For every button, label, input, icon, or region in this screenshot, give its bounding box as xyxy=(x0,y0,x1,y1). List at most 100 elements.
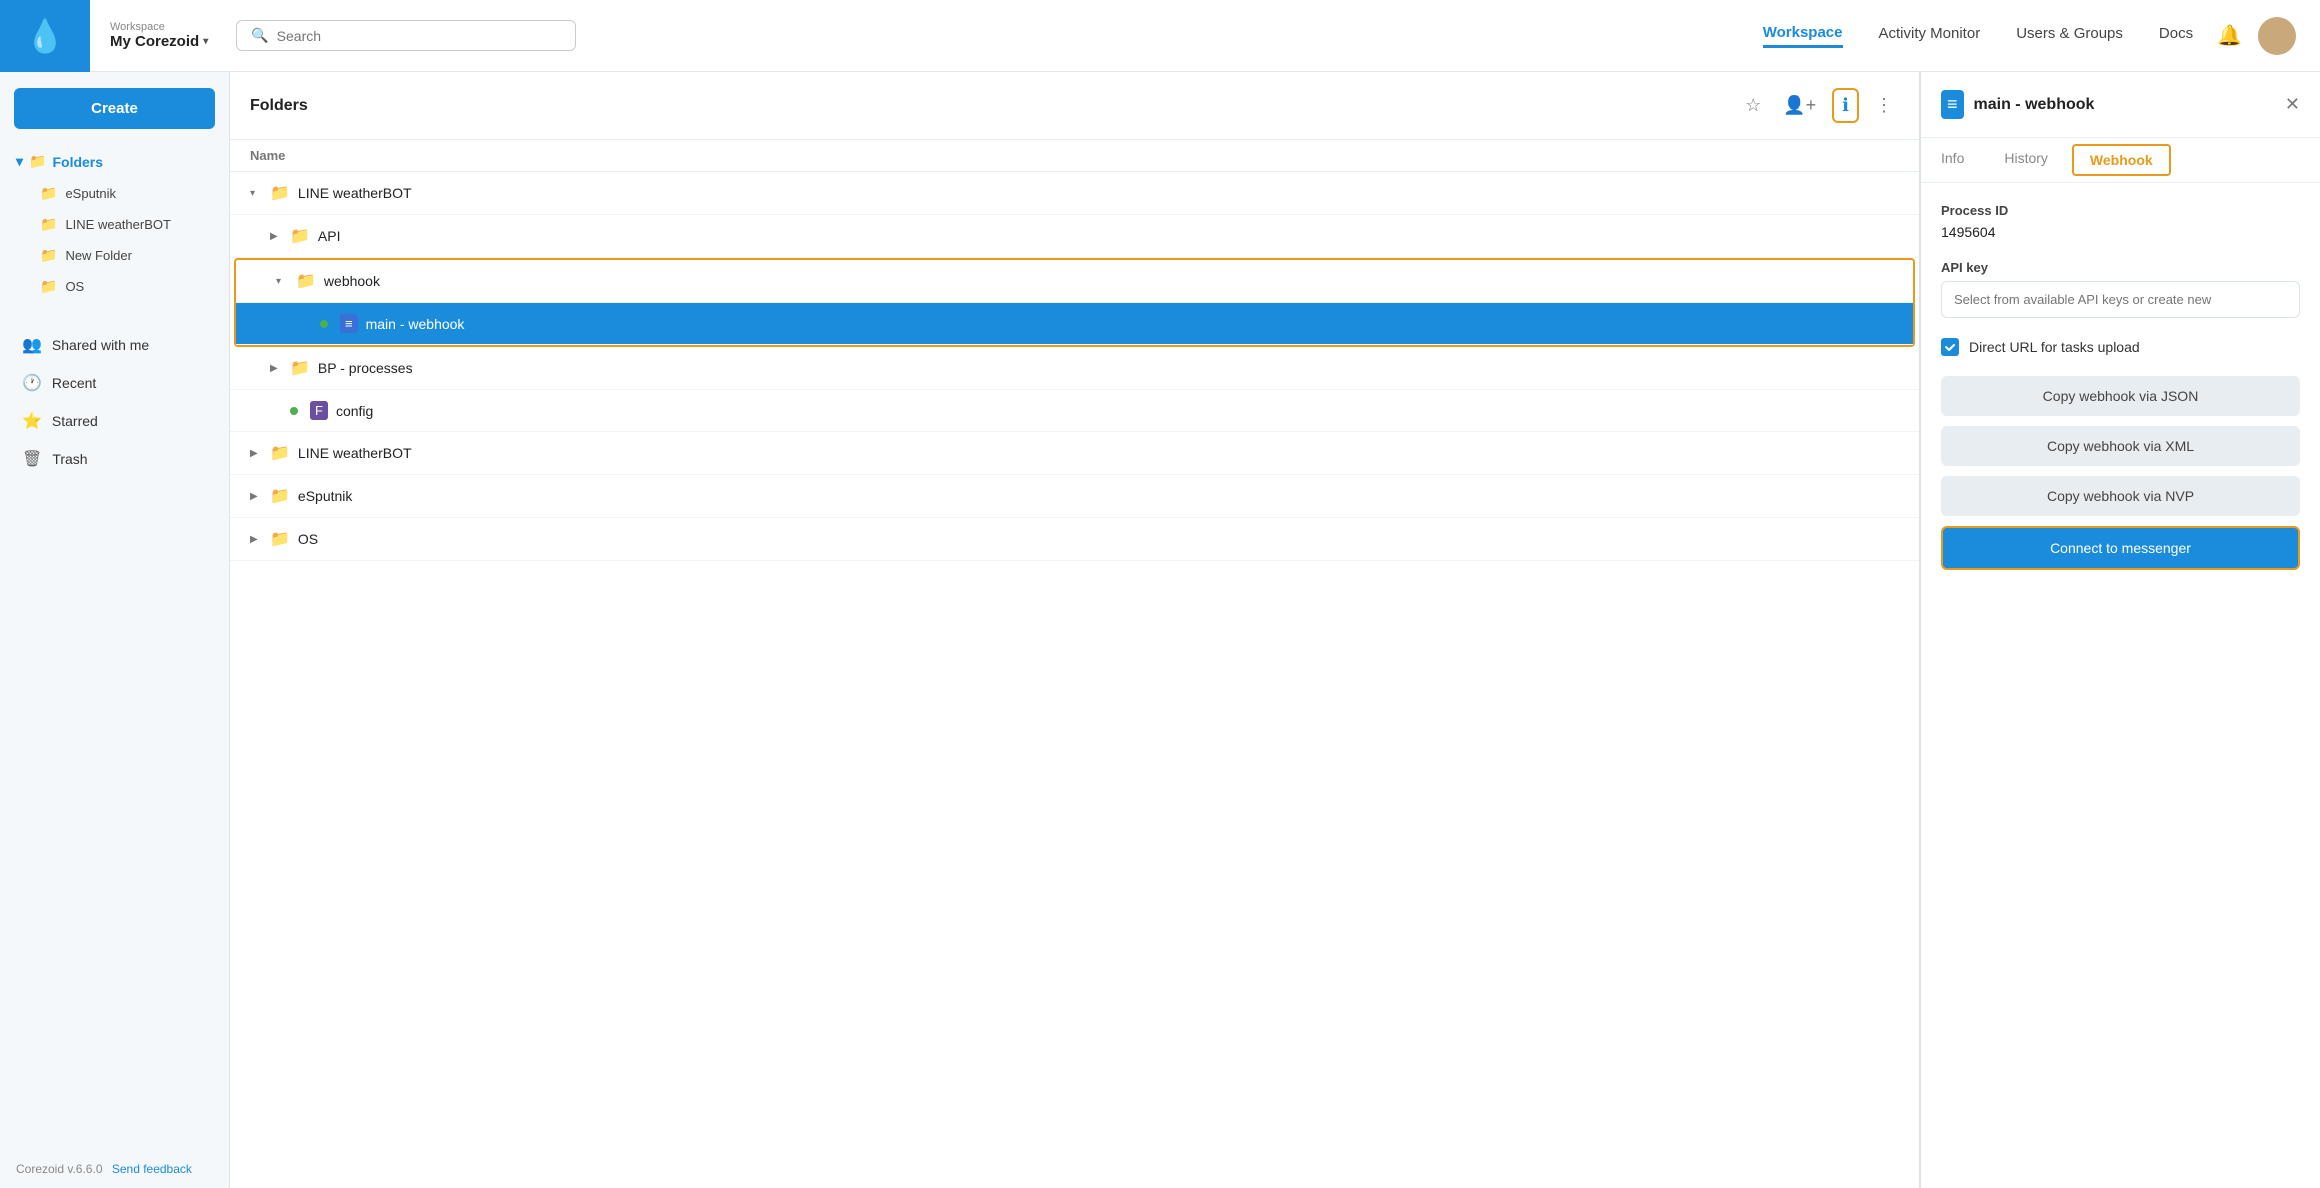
more-action-button[interactable]: ⋮ xyxy=(1869,89,1899,122)
direct-url-label: Direct URL for tasks upload xyxy=(1969,339,2140,355)
trash-icon: 🗑 xyxy=(22,449,42,469)
chevron-down-icon: ▾ xyxy=(203,36,208,47)
sidebar-item-label: Starred xyxy=(52,413,98,429)
expand-icon: ▾ xyxy=(250,188,260,199)
detail-tabs: Info History Webhook xyxy=(1921,138,2320,183)
sidebar-item-label: LINE weatherBOT xyxy=(65,217,171,232)
table-row[interactable]: ▶ 📁 API xyxy=(230,215,1919,258)
table-row[interactable]: ▶ 📁 LINE weatherBOT xyxy=(230,432,1919,475)
folder-icon: 📁 xyxy=(270,183,290,203)
sidebar-item-label: eSputnik xyxy=(65,186,116,201)
sidebar-item-label: Shared with me xyxy=(52,337,149,353)
sidebar-item-line-weatherbot[interactable]: 📁 LINE weatherBOT xyxy=(12,209,229,240)
folder-icon: 📁 xyxy=(40,216,57,233)
sidebar-item-new-folder[interactable]: 📁 New Folder xyxy=(12,240,229,271)
folder-icon: 📁 xyxy=(40,185,57,202)
detail-title-area: ≡ main - webhook xyxy=(1941,90,2094,119)
file-name: main - webhook xyxy=(366,316,465,332)
copy-nvp-button[interactable]: Copy webhook via NVP xyxy=(1941,476,2300,516)
chevron-down-icon: ▾ xyxy=(16,153,23,170)
nav-docs[interactable]: Docs xyxy=(2159,25,2193,46)
star-icon: ⭐ xyxy=(22,411,42,431)
tab-webhook[interactable]: Webhook xyxy=(2072,144,2171,176)
file-name: BP - processes xyxy=(318,360,413,376)
status-dot xyxy=(290,407,298,415)
nav-users-groups[interactable]: Users & Groups xyxy=(2016,25,2123,46)
folders-label: Folders xyxy=(52,154,103,170)
folder-icon: 📁 xyxy=(296,271,316,291)
file-name: LINE weatherBOT xyxy=(298,185,412,201)
config-icon: F xyxy=(310,401,328,420)
notification-bell-icon[interactable]: 🔔 xyxy=(2217,23,2242,48)
top-nav: 💧 Workspace My Corezoid ▾ 🔍 Workspace Ac… xyxy=(0,0,2320,72)
expand-icon: ▶ xyxy=(250,491,260,502)
recent-icon: 🕐 xyxy=(22,373,42,393)
webhook-container: ▾ 📁 webhook ≡ main - webhook xyxy=(234,258,1915,347)
shared-icon: 👥 xyxy=(22,335,42,355)
table-row[interactable]: ▾ 📁 LINE weatherBOT xyxy=(230,172,1919,215)
logo-icon: 💧 xyxy=(25,17,65,55)
folder-icon: 📁 xyxy=(40,278,57,295)
table-row[interactable]: ▶ 📁 BP - processes xyxy=(230,347,1919,390)
process-icon: ≡ xyxy=(340,314,358,333)
detail-body: Process ID 1495604 API key Direct URL fo… xyxy=(1921,183,2320,1188)
table-row[interactable]: ▶ 📁 OS xyxy=(230,518,1919,561)
bottom-section: 👥 Shared with me 🕐 Recent ⭐ Starred 🗑 Tr… xyxy=(0,322,229,482)
sidebar-item-label: Recent xyxy=(52,375,96,391)
workspace-selector[interactable]: Workspace My Corezoid ▾ xyxy=(110,21,208,50)
file-name: LINE weatherBOT xyxy=(298,445,412,461)
search-bar[interactable]: 🔍 xyxy=(236,20,576,51)
col-header-name: Name xyxy=(230,140,1919,172)
close-button[interactable]: ✕ xyxy=(2285,94,2300,115)
nav-workspace[interactable]: Workspace xyxy=(1763,24,1843,48)
nav-links: Workspace Activity Monitor Users & Group… xyxy=(1763,24,2193,48)
detail-header: ≡ main - webhook ✕ xyxy=(1921,72,2320,138)
folder-icon: 📁 xyxy=(29,153,46,170)
direct-url-checkbox[interactable] xyxy=(1941,338,1959,356)
folder-icon: 📁 xyxy=(270,443,290,463)
logo[interactable]: 💧 xyxy=(0,0,90,72)
file-browser-header: Folders ☆ 👤+ ℹ ⋮ xyxy=(230,72,1919,140)
avatar[interactable] xyxy=(2258,17,2296,55)
connect-messenger-button[interactable]: Connect to messenger xyxy=(1941,526,2300,570)
detail-title: main - webhook xyxy=(1974,96,2095,114)
browser-title: Folders xyxy=(250,97,308,115)
folder-icon: 📁 xyxy=(270,529,290,549)
sidebar-item-os[interactable]: 📁 OS xyxy=(12,271,229,302)
folder-icon: 📁 xyxy=(270,486,290,506)
sidebar-item-label: OS xyxy=(65,279,84,294)
search-icon: 🔍 xyxy=(251,27,268,44)
header-actions: ☆ 👤+ ℹ ⋮ xyxy=(1739,88,1899,123)
process-id-value: 1495604 xyxy=(1941,224,2300,240)
sidebar-item-shared[interactable]: 👥 Shared with me xyxy=(6,326,223,364)
folders-header[interactable]: ▾ 📁 Folders xyxy=(0,145,229,178)
copy-xml-button[interactable]: Copy webhook via XML xyxy=(1941,426,2300,466)
file-browser: Folders ☆ 👤+ ℹ ⋮ Name ▾ 📁 LINE weatherBO… xyxy=(230,72,1920,1188)
sidebar-item-label: New Folder xyxy=(65,248,131,263)
info-action-button[interactable]: ℹ xyxy=(1832,88,1859,123)
api-key-input[interactable] xyxy=(1941,281,2300,318)
nav-activity-monitor[interactable]: Activity Monitor xyxy=(1879,25,1981,46)
table-row[interactable]: ▶ 📁 eSputnik xyxy=(230,475,1919,518)
share-action-button[interactable]: 👤+ xyxy=(1777,89,1822,122)
search-input[interactable] xyxy=(277,28,562,44)
expand-icon: ▾ xyxy=(276,276,286,287)
sidebar-item-starred[interactable]: ⭐ Starred xyxy=(6,402,223,440)
create-button[interactable]: Create xyxy=(14,88,215,129)
process-id-field: Process ID 1495604 xyxy=(1941,203,2300,240)
process-id-label: Process ID xyxy=(1941,203,2300,218)
copy-json-button[interactable]: Copy webhook via JSON xyxy=(1941,376,2300,416)
table-row[interactable]: F config xyxy=(230,390,1919,432)
tab-info[interactable]: Info xyxy=(1921,138,1984,183)
table-row[interactable]: ≡ main - webhook xyxy=(236,303,1913,345)
table-row[interactable]: ▾ 📁 webhook xyxy=(236,260,1913,303)
tab-history[interactable]: History xyxy=(1984,138,2068,183)
sidebar-item-esputnik[interactable]: 📁 eSputnik xyxy=(12,178,229,209)
file-name: API xyxy=(318,228,341,244)
sidebar-item-trash[interactable]: 🗑 Trash xyxy=(6,440,223,478)
star-action-button[interactable]: ☆ xyxy=(1739,89,1767,122)
send-feedback-link[interactable]: Send feedback xyxy=(112,1162,192,1176)
folder-icon: 📁 xyxy=(290,358,310,378)
folder-sub-list: 📁 eSputnik 📁 LINE weatherBOT 📁 New Folde… xyxy=(0,178,229,302)
sidebar-item-recent[interactable]: 🕐 Recent xyxy=(6,364,223,402)
